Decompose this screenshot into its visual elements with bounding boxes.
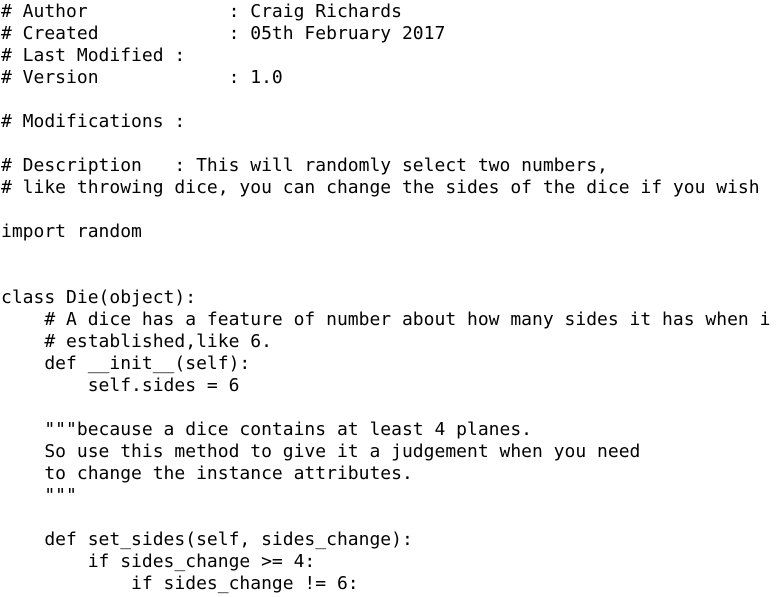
code-line: def __init__(self):	[1, 353, 251, 374]
code-line: # A dice has a feature of number about h…	[1, 309, 771, 330]
code-line: class Die(object):	[1, 287, 197, 308]
code-line: def set_sides(self, sides_change):	[1, 529, 413, 550]
code-line: self.sides = 6	[1, 375, 240, 396]
code-line: # established,like 6.	[1, 331, 272, 352]
code-view: # Author : Craig Richards # Created : 05t…	[1, 1, 782, 597]
code-line: # Last Modified :	[1, 45, 186, 66]
code-line: if sides_change >= 4:	[1, 551, 316, 572]
code-line: So use this method to give it a judgemen…	[1, 441, 641, 462]
code-line: # like throwing dice, you can change the…	[1, 177, 760, 198]
code-line: # Version : 1.0	[1, 67, 283, 88]
code-line: # Author : Craig Richards	[1, 1, 402, 22]
code-line: """	[1, 485, 77, 506]
code-line: to change the instance attributes.	[1, 463, 413, 484]
code-line: # Description : This will randomly selec…	[1, 155, 608, 176]
code-line: # Created : 05th February 2017	[1, 23, 446, 44]
code-line: import random	[1, 221, 142, 242]
code-line: # Modifications :	[1, 111, 186, 132]
code-line: if sides_change != 6:	[1, 573, 359, 594]
code-line: """because a dice contains at least 4 pl…	[1, 419, 533, 440]
